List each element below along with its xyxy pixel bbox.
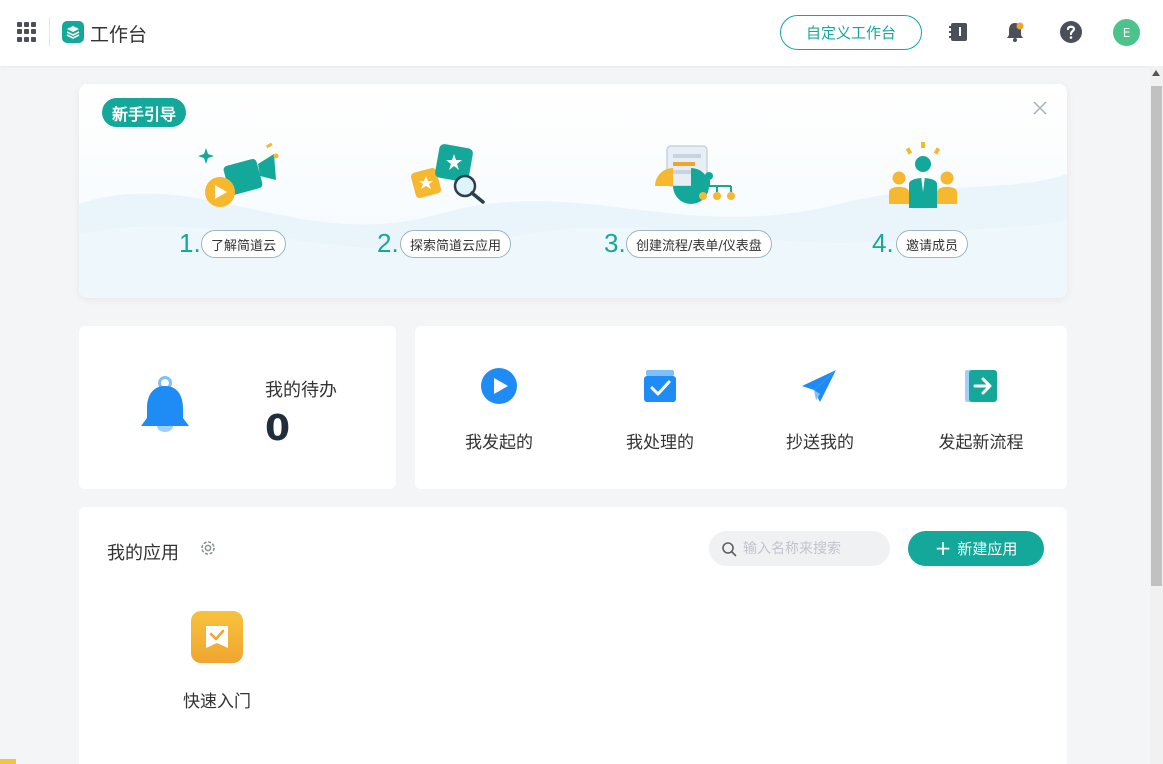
my-todo-card[interactable]: 我的待办 0 [79, 326, 396, 489]
onboarding-guide-card: 新手引导 1. 了解简道云 2. 探索简道云应用 3. 创建流程/表单/仪表盘 … [79, 84, 1067, 298]
guide-step-4-number: 4. [872, 228, 894, 258]
my-apps-title: 我的应用 [107, 543, 179, 564]
initiated-by-me-shortcut[interactable]: 我发起的 [415, 366, 575, 456]
notification-bell-icon[interactable] [1003, 20, 1027, 44]
scroll-up-arrow-icon[interactable] [1152, 70, 1160, 76]
cc-to-me-shortcut[interactable]: 抄送我的 [736, 366, 896, 456]
new-app-button[interactable]: + 新建应用 [908, 531, 1044, 566]
search-input[interactable] [743, 537, 883, 560]
gear-icon[interactable] [199, 539, 217, 557]
top-bar: 工作台 自定义工作台 E [0, 0, 1163, 66]
video-camera-illustration-icon [198, 142, 279, 207]
page-scrollbar[interactable] [1150, 66, 1163, 764]
handled-by-me-shortcut[interactable]: 我处理的 [576, 366, 736, 456]
guide-step-1-number: 1. [179, 228, 201, 258]
app-tile-quick-start[interactable]: 快速入门 [171, 611, 281, 721]
user-avatar[interactable]: E [1113, 19, 1140, 46]
cc-to-me-label: 抄送我的 [786, 433, 854, 453]
page-title: 工作台 [90, 24, 148, 46]
new-app-label: 新建应用 [957, 540, 1018, 558]
initiated-by-me-label: 我发起的 [465, 433, 533, 453]
start-new-process-label: 发起新流程 [938, 433, 1024, 453]
plus-icon: + [934, 535, 952, 560]
guide-step-1-label[interactable]: 了解简道云 [201, 230, 287, 258]
guide-step-2-number: 2. [377, 228, 399, 258]
process-shortcuts-card: 我发起的 我处理的 抄送我的 发起新流程 [415, 326, 1067, 489]
workbench-logo-icon [62, 21, 84, 43]
guide-step-3-number: 3. [604, 228, 626, 258]
scroll-thumb[interactable] [1151, 86, 1162, 586]
my-apps-card: 我的应用 + 新建应用 快速入门 [79, 507, 1067, 764]
checked-box-icon [644, 370, 676, 402]
close-icon[interactable] [1032, 100, 1048, 116]
create-flow-illustration-icon [655, 145, 735, 204]
my-todo-count: 0 [265, 408, 291, 449]
notebook-icon[interactable] [947, 20, 971, 44]
guide-step-2-label[interactable]: 探索简道云应用 [400, 230, 512, 258]
guide-step-4-label[interactable]: 邀请成员 [896, 230, 969, 258]
header-divider [49, 18, 50, 46]
customize-workbench-button[interactable]: 自定义工作台 [780, 15, 922, 50]
app-search-box[interactable] [709, 531, 890, 566]
start-new-process-shortcut[interactable]: 发起新流程 [897, 366, 1057, 456]
quick-start-app-label: 快速入门 [183, 692, 251, 712]
guide-badge: 新手引导 [102, 98, 187, 127]
apps-grid-icon[interactable] [17, 22, 37, 42]
handled-by-me-label: 我处理的 [626, 433, 694, 453]
search-icon [722, 542, 737, 557]
quick-start-app-icon [191, 611, 243, 663]
enter-door-icon [965, 370, 997, 402]
corner-marker [0, 759, 16, 764]
bell-icon [141, 376, 189, 432]
invite-members-illustration-icon [889, 142, 957, 208]
my-todo-label: 我的待办 [265, 380, 337, 401]
paper-plane-icon [802, 370, 836, 402]
help-icon[interactable] [1059, 20, 1083, 44]
guide-step-3-label[interactable]: 创建流程/表单/仪表盘 [626, 230, 772, 258]
explore-apps-illustration-icon [410, 144, 485, 204]
play-circle-icon [481, 368, 517, 404]
